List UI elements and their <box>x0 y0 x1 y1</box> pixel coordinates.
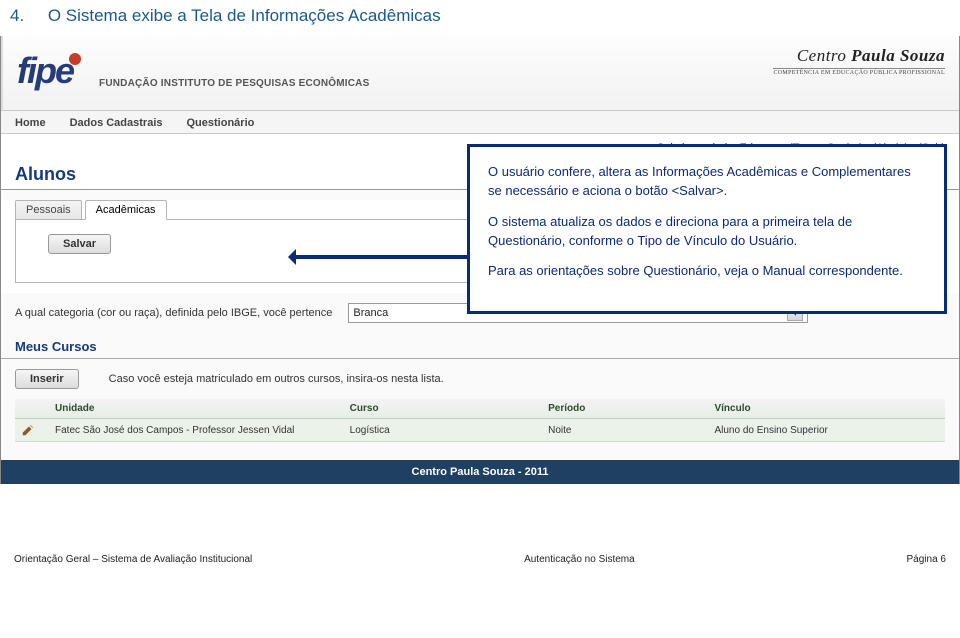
nav-dados[interactable]: Dados Cadastrais <box>70 117 163 129</box>
doc-footer-center: Autenticação no Sistema <box>524 554 635 565</box>
fipe-logo-text: fipe <box>17 50 73 91</box>
cps-brand-line2: Paula Souza <box>851 46 945 65</box>
td-unidade: Fatec São José dos Campos - Professor Je… <box>55 425 344 436</box>
doc-footer: Orientação Geral – Sistema de Avaliação … <box>0 484 960 575</box>
callout-p3: Para as orientações sobre Questionário, … <box>488 262 926 281</box>
instruction-callout: O usuário confere, altera as Informações… <box>467 144 947 314</box>
callout-arrow-icon <box>290 255 470 259</box>
cursos-note: Caso você esteja matriculado em outros c… <box>109 373 444 385</box>
td-periodo: Noite <box>548 425 708 436</box>
cursos-table: Unidade Curso Período Vínculo Fatec São … <box>15 399 945 442</box>
save-button[interactable]: Salvar <box>48 234 111 254</box>
fipe-logo-dot-icon <box>69 53 81 65</box>
cps-brand-line1: Centro <box>797 46 847 65</box>
doc-footer-right: Página 6 <box>907 554 946 565</box>
doc-step-text: O Sistema exibe a Tela de Informações Ac… <box>48 6 441 25</box>
callout-p1: O usuário confere, altera as Informações… <box>488 163 926 201</box>
ibge-question-text: A qual categoria (cor ou raça), definida… <box>15 307 332 319</box>
td-curso: Logística <box>350 425 542 436</box>
tab-pessoais[interactable]: Pessoais <box>15 200 82 220</box>
th-periodo: Período <box>548 403 708 414</box>
fipe-subtitle: FUNDAÇÃO INSTITUTO DE PESQUISAS ECONÔMIC… <box>99 78 369 89</box>
doc-footer-left: Orientação Geral – Sistema de Avaliação … <box>14 554 252 565</box>
table-header: Unidade Curso Período Vínculo <box>15 399 945 419</box>
doc-step-heading: 4. O Sistema exibe a Tela de Informações… <box>0 0 960 36</box>
main-nav: Home Dados Cadastrais Questionário <box>1 111 959 134</box>
meus-cursos-heading: Meus Cursos <box>1 329 959 359</box>
insert-button[interactable]: Inserir <box>15 369 79 389</box>
th-vinculo: Vínculo <box>714 403 939 414</box>
banner: fipe FUNDAÇÃO INSTITUTO DE PESQUISAS ECO… <box>1 36 959 111</box>
cursos-toolbar: Inserir Caso você esteja matriculado em … <box>1 359 959 393</box>
ibge-dropdown-value: Branca <box>353 307 388 319</box>
cps-tagline: COMPETÊNCIA EM EDUCAÇÃO PÚBLICA PROFISSI… <box>773 68 945 76</box>
doc-step-number: 4. <box>10 6 24 25</box>
nav-home[interactable]: Home <box>15 117 46 129</box>
fipe-logo-block: fipe FUNDAÇÃO INSTITUTO DE PESQUISAS ECO… <box>17 50 369 92</box>
tab-academicas[interactable]: Acadêmicas <box>85 200 167 220</box>
cps-logo-block: Centro Paula Souza COMPETÊNCIA EM EDUCAÇ… <box>773 46 945 76</box>
td-vinculo: Aluno do Ensino Superior <box>714 425 939 436</box>
callout-p2: O sistema atualiza os dados e direciona … <box>488 213 926 251</box>
browser-frame: fipe FUNDAÇÃO INSTITUTO DE PESQUISAS ECO… <box>0 36 960 484</box>
th-curso: Curso <box>350 403 542 414</box>
app-footer: Centro Paula Souza - 2011 <box>1 460 959 484</box>
nav-quest[interactable]: Questionário <box>187 117 255 129</box>
th-unidade: Unidade <box>55 403 344 414</box>
edit-icon[interactable] <box>21 423 35 437</box>
table-row: Fatec São José dos Campos - Professor Je… <box>15 419 945 442</box>
